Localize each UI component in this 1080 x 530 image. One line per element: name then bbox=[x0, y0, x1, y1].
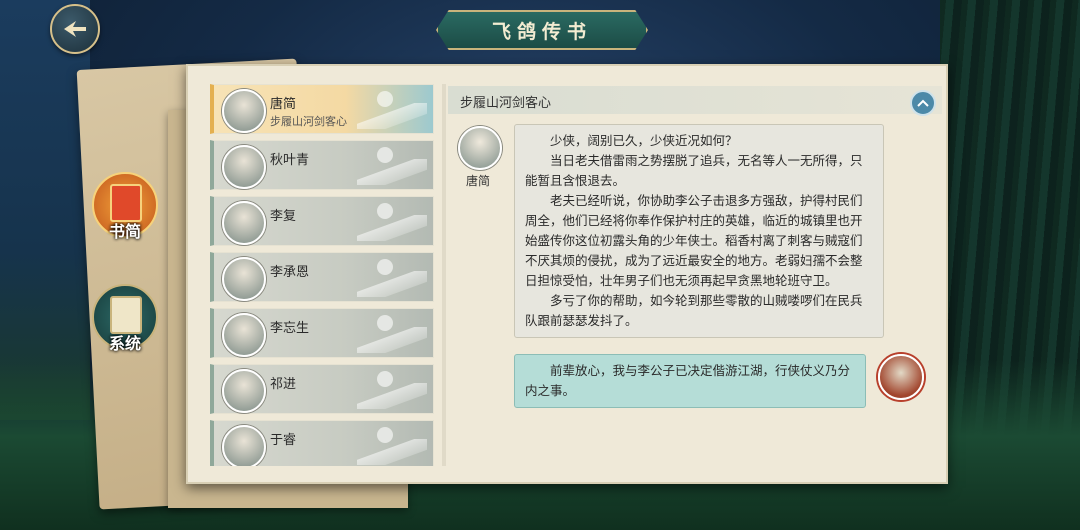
contact-item-lifu[interactable]: 李复 bbox=[210, 196, 434, 246]
avatar bbox=[222, 425, 266, 466]
outgoing-message: 前辈放心，我与李公子已决定偕游江湖，行侠仗义乃分内之事。 bbox=[514, 354, 866, 408]
avatar bbox=[222, 201, 266, 245]
player-avatar bbox=[878, 354, 924, 400]
conversation-pane: 步履山河剑客心 唐简 少侠，阔别已久，少侠近况如何？ 当日老夫借雷雨之势摆脱了追… bbox=[448, 86, 942, 470]
message-paragraph: 当日老夫借雷雨之势摆脱了追兵，无名等人一无所得，只能暂且含恨退去。 bbox=[525, 153, 863, 188]
contact-name: 李承恩 bbox=[270, 265, 310, 280]
avatar bbox=[222, 257, 266, 301]
back-arrow-icon bbox=[64, 21, 86, 37]
contact-name: 唐简 bbox=[270, 97, 297, 112]
mountain-decoration bbox=[357, 327, 427, 353]
avatar bbox=[222, 89, 266, 133]
letter-icon bbox=[110, 184, 142, 222]
contact-item-qijin[interactable]: 祁进 bbox=[210, 364, 434, 414]
mountain-decoration bbox=[357, 383, 427, 409]
mountain-decoration bbox=[357, 439, 427, 465]
contact-name: 李复 bbox=[270, 209, 297, 224]
avatar bbox=[222, 313, 266, 357]
back-button[interactable] bbox=[50, 4, 100, 54]
contact-name: 李忘生 bbox=[270, 321, 310, 336]
contact-name: 秋叶青 bbox=[270, 153, 310, 168]
chevron-up-icon bbox=[917, 99, 929, 107]
scroll-icon bbox=[110, 296, 142, 334]
incoming-message: 少侠，阔别已久，少侠近况如何？ 当日老夫借雷雨之势摆脱了追兵，无名等人一无所得，… bbox=[514, 124, 884, 338]
message-paragraph: 多亏了你的帮助，如今轮到那些零散的山贼喽啰们在民兵队跟前瑟瑟发抖了。 bbox=[525, 293, 863, 328]
message-paragraph: 前辈放心，我与李公子已决定偕游江湖，行侠仗义乃分内之事。 bbox=[525, 363, 851, 398]
list-scrollbar[interactable] bbox=[442, 84, 446, 466]
conversation-title: 步履山河剑客心 bbox=[460, 96, 552, 111]
background-sky bbox=[0, 0, 90, 420]
message-paragraph: 老夫已经听说，你协助李公子击退多方强敌，护得村民们周全，他们已经将你奉作保护村庄… bbox=[525, 193, 863, 288]
collapse-button[interactable] bbox=[910, 90, 936, 116]
mail-panel: 唐简 步履山河剑客心 秋叶青 李复 李承恩 李忘生 祁进 于睿 步履山河剑客心 … bbox=[186, 64, 948, 484]
contact-item-tangjian[interactable]: 唐简 步履山河剑客心 bbox=[210, 84, 434, 134]
letters-button[interactable]: 书简 bbox=[92, 172, 158, 241]
contact-item-qiuyeqing[interactable]: 秋叶青 bbox=[210, 140, 434, 190]
mountain-decoration bbox=[357, 103, 427, 129]
contact-item-yurui[interactable]: 于睿 bbox=[210, 420, 434, 466]
mountain-decoration bbox=[357, 159, 427, 185]
contact-item-lichengen[interactable]: 李承恩 bbox=[210, 252, 434, 302]
conversation-header: 步履山河剑客心 bbox=[448, 86, 942, 116]
contact-list[interactable]: 唐简 步履山河剑客心 秋叶青 李复 李承恩 李忘生 祁进 于睿 bbox=[210, 84, 438, 466]
sender-avatar bbox=[458, 126, 502, 170]
contact-name: 祁进 bbox=[270, 377, 297, 392]
message-paragraph: 少侠，阔别已久，少侠近况如何？ bbox=[550, 133, 738, 148]
title-plate: 飞鸽传书 bbox=[436, 10, 648, 50]
avatar bbox=[222, 369, 266, 413]
sender-name: 唐简 bbox=[466, 174, 491, 188]
page-title: 飞鸽传书 bbox=[491, 20, 592, 43]
contact-name: 于睿 bbox=[270, 433, 297, 448]
contact-subtitle: 步履山河剑客心 bbox=[270, 115, 347, 128]
contact-item-liwangsheng[interactable]: 李忘生 bbox=[210, 308, 434, 358]
mountain-decoration bbox=[357, 271, 427, 297]
system-button[interactable]: 系统 bbox=[92, 284, 158, 353]
mountain-decoration bbox=[357, 215, 427, 241]
avatar bbox=[222, 145, 266, 189]
